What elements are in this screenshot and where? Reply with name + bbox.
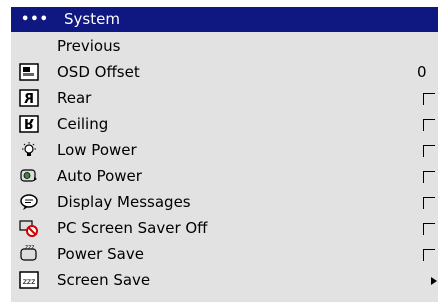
menu-dots-icon: ••• [21, 12, 49, 27]
auto-power-icon [20, 169, 37, 182]
menu-item-ceiling[interactable]: R Ceiling [11, 111, 438, 137]
rear-projection-icon: R [19, 89, 39, 107]
display-messages-checkbox[interactable] [423, 197, 435, 209]
lamp-icon [22, 142, 36, 156]
svg-text:zzz: zzz [25, 245, 34, 251]
svg-text:R: R [24, 115, 34, 130]
power-save-checkbox[interactable] [423, 249, 435, 261]
menu-item-osd-offset[interactable]: OSD Offset 0 [11, 59, 438, 85]
menu-item-previous[interactable]: Previous [11, 33, 438, 59]
screen-save-icon: zzz [19, 271, 39, 289]
screen-saver-off-icon [19, 220, 38, 237]
svg-text:R: R [24, 92, 34, 107]
menu-item-low-power[interactable]: Low Power [11, 137, 438, 163]
ceiling-mount-icon: R [19, 115, 39, 133]
menu-item-label: Ceiling [57, 115, 109, 133]
menu-item-pc-screen-saver-off[interactable]: PC Screen Saver Off [11, 215, 438, 241]
menu-item-rear[interactable]: R Rear [11, 85, 438, 111]
menu-item-auto-power[interactable]: Auto Power [11, 163, 438, 189]
menu-item-display-messages[interactable]: Display Messages [11, 189, 438, 215]
ceiling-checkbox[interactable] [423, 119, 435, 131]
power-save-icon: zzz [20, 245, 37, 261]
rear-checkbox[interactable] [423, 93, 435, 105]
osd-offset-value: 0 [417, 63, 427, 81]
svg-text:zzz: zzz [23, 277, 36, 286]
menu-item-label: Previous [57, 37, 121, 55]
system-menu: ••• System Previous OSD Offset 0 R Rear … [11, 7, 438, 302]
auto-power-checkbox[interactable] [423, 171, 435, 183]
menu-item-label: Power Save [57, 245, 144, 263]
menu-item-power-save[interactable]: zzz Power Save [11, 241, 438, 267]
menu-item-label: Auto Power [57, 167, 142, 185]
osd-offset-icon [19, 63, 39, 81]
menu-item-label: Screen Save [57, 271, 151, 289]
menu-item-label: OSD Offset [57, 63, 140, 81]
menu-item-label: PC Screen Saver Off [57, 219, 208, 237]
menu-item-label: Rear [57, 89, 92, 107]
speech-bubble-icon [20, 194, 38, 210]
menu-item-label: Display Messages [57, 193, 191, 211]
low-power-checkbox[interactable] [423, 145, 435, 157]
pc-screen-saver-off-checkbox[interactable] [423, 223, 435, 235]
menu-item-screen-save[interactable]: zzz Screen Save [11, 267, 438, 293]
menu-header: ••• System [11, 7, 438, 32]
menu-item-label: Low Power [57, 141, 137, 159]
menu-title: System [64, 10, 120, 28]
submenu-arrow-icon [431, 277, 437, 285]
